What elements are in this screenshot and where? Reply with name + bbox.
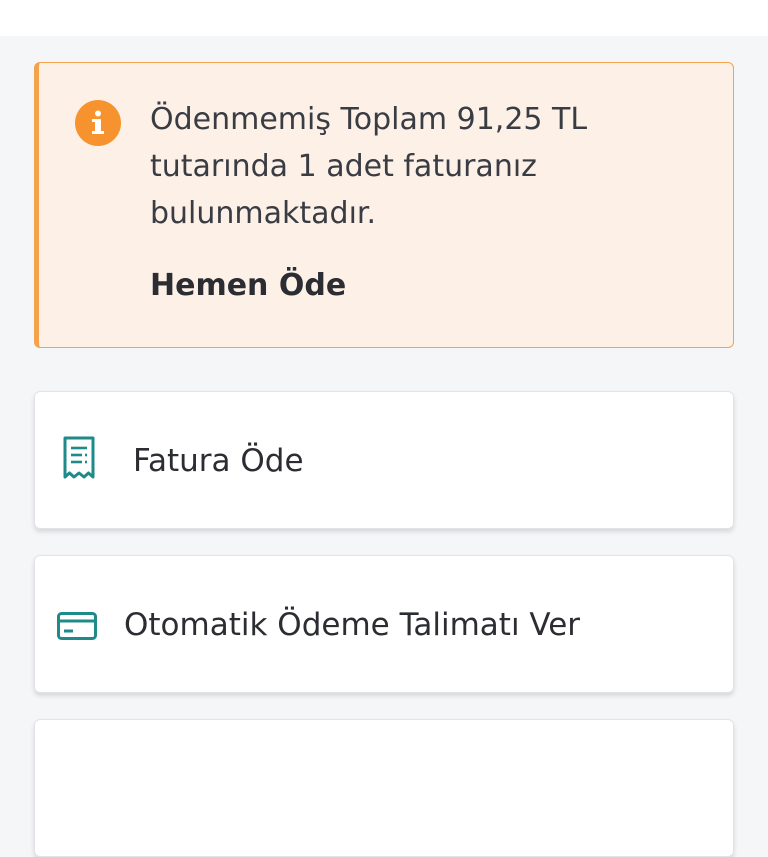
menu-item-pay-invoice[interactable]: Fatura Öde (34, 391, 734, 529)
receipt-icon (63, 436, 95, 479)
unpaid-invoice-alert: Ödenmemiş Toplam 91,25 TL tutarında 1 ad… (34, 62, 734, 348)
pay-now-link[interactable]: Hemen Öde (150, 268, 346, 303)
menu-item-auto-payment[interactable]: Otomatik Ödeme Talimatı Ver (34, 555, 734, 693)
info-icon (75, 100, 121, 146)
top-bar (0, 0, 768, 36)
menu-item-label: Otomatik Ödeme Talimatı Ver (124, 607, 581, 643)
alert-message: Ödenmemiş Toplam 91,25 TL tutarında 1 ad… (150, 102, 588, 231)
credit-card-icon (57, 612, 97, 640)
menu-item-partial[interactable] (34, 719, 734, 857)
menu-item-label: Fatura Öde (133, 443, 304, 479)
